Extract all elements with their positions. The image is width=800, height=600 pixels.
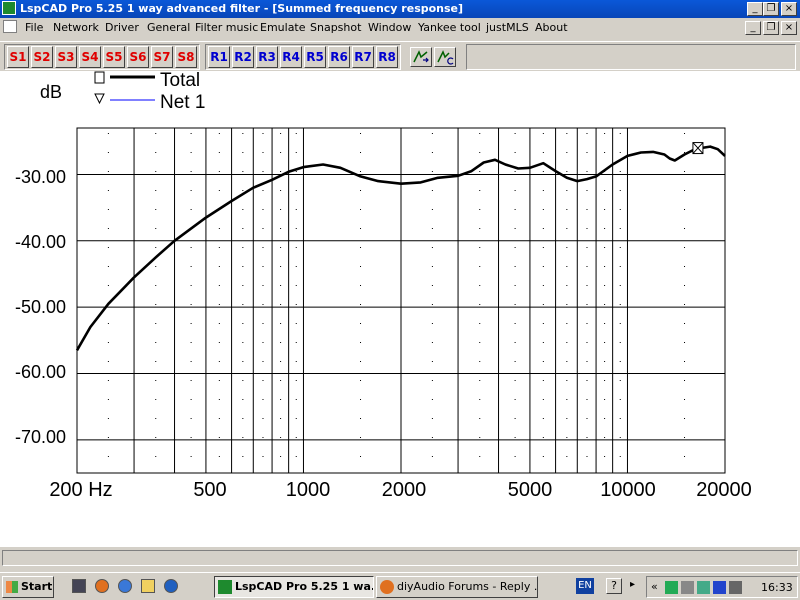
menu-snapshot[interactable]: Snapshot [310, 21, 361, 34]
net1-marker-icon [94, 93, 105, 105]
start-label: Start [21, 580, 53, 593]
r2-button[interactable]: R2 [232, 46, 254, 68]
status-bar [0, 548, 800, 568]
y-tick-label: -50.00 [15, 297, 66, 317]
x-tick-label: 2000 [382, 479, 427, 501]
y-axis-label: dB [40, 82, 62, 102]
transfer-c-icon-glyph [437, 50, 454, 65]
x-tick-label: 200 Hz [49, 479, 112, 501]
s7-button[interactable]: S7 [151, 46, 173, 68]
close-button[interactable]: × [781, 2, 797, 16]
child-minimize-button[interactable]: _ [745, 21, 761, 35]
task-label: diyAudio Forums - Reply ... [397, 580, 538, 593]
chart-window[interactable]: -30.00 -40.00 -50.00 -60.00 -70.00 200 H… [0, 70, 800, 547]
s5-button[interactable]: S5 [103, 46, 125, 68]
y-tick-label: -30.00 [15, 167, 66, 187]
legend-label-net1: Net 1 [160, 92, 205, 113]
windows-logo-icon [6, 581, 18, 593]
s1-button[interactable]: S1 [7, 46, 29, 68]
taskbar: Start LspCAD Pro 5.25 1 wa... diyAudio F… [0, 572, 800, 600]
transfer-icon-glyph [413, 50, 429, 63]
y-tick-label: -40.00 [15, 232, 66, 252]
outlook-icon[interactable] [141, 579, 155, 593]
transfer-icon[interactable] [410, 47, 432, 67]
menu-window[interactable]: Window [368, 21, 411, 34]
s4-button[interactable]: S4 [79, 46, 101, 68]
app-icon[interactable] [2, 1, 16, 15]
help-button[interactable]: ? [606, 578, 622, 594]
show-desktop-icon[interactable] [72, 579, 86, 593]
toolbar-spacer [466, 44, 796, 70]
menu-driver[interactable]: Driver [105, 21, 139, 34]
child-restore-button[interactable]: ❐ [763, 21, 779, 35]
chart-grid [76, 127, 726, 474]
document-icon[interactable] [3, 20, 17, 33]
window-title: LspCAD Pro 5.25 1 way advanced filter - … [20, 2, 464, 15]
firefox-icon[interactable] [95, 579, 109, 593]
x-tick-label: 1000 [286, 479, 331, 501]
clock[interactable]: 16:33 [761, 581, 793, 594]
x-tick-label: 5000 [508, 479, 553, 501]
frequency-response-chart[interactable]: -30.00 -40.00 -50.00 -60.00 -70.00 200 H… [0, 70, 800, 547]
r3-button[interactable]: R3 [256, 46, 278, 68]
legend: Total Net 1 [94, 70, 205, 113]
menu-filter-music[interactable]: Filter music [195, 21, 258, 34]
title-bar: LspCAD Pro 5.25 1 way advanced filter - … [0, 0, 800, 18]
start-button[interactable]: Start [2, 576, 54, 598]
y-tick-labels: -30.00 -40.00 -50.00 -60.00 -70.00 [15, 167, 66, 447]
menu-file[interactable]: File [25, 21, 43, 34]
task-lspcad[interactable]: LspCAD Pro 5.25 1 wa... [214, 576, 374, 598]
menu-about[interactable]: About [535, 21, 568, 34]
minimize-button[interactable]: _ [747, 2, 763, 16]
menu-justmls[interactable]: justMLS [486, 21, 529, 34]
toolbar: S1 S2 S3 S4 S5 S6 S7 S8 R1 R2 R3 R4 R5 R… [0, 41, 800, 72]
tray-expand-icon[interactable]: « [651, 580, 658, 593]
lspcad-icon [218, 580, 232, 594]
legend-label-total: Total [160, 71, 200, 91]
child-close-button[interactable]: × [781, 21, 797, 35]
s8-button[interactable]: S8 [175, 46, 197, 68]
total-marker-icon [94, 71, 105, 84]
x-tick-label: 10000 [600, 479, 656, 501]
r8-button[interactable]: R8 [376, 46, 398, 68]
update-icon[interactable] [713, 581, 726, 594]
speaker-icon[interactable] [729, 581, 742, 594]
media-player-icon[interactable] [164, 579, 178, 593]
task-diyaudio[interactable]: diyAudio Forums - Reply ... [376, 576, 538, 598]
r7-button[interactable]: R7 [352, 46, 374, 68]
s2-button[interactable]: S2 [31, 46, 53, 68]
system-tray: « 16:33 [646, 576, 798, 598]
r4-button[interactable]: R4 [280, 46, 302, 68]
x-tick-label: 500 [193, 479, 226, 501]
tray-separator-icon: ▸ [630, 579, 636, 590]
network-icon[interactable] [665, 581, 678, 594]
x-tick-label: 20000 [696, 479, 752, 501]
restore-button[interactable]: ❐ [763, 2, 779, 16]
transfer-c-icon[interactable] [434, 47, 456, 67]
security-icon[interactable] [681, 581, 694, 594]
r1-button[interactable]: R1 [208, 46, 230, 68]
ie-icon[interactable] [118, 579, 132, 593]
r6-button[interactable]: R6 [328, 46, 350, 68]
tool-icon[interactable] [697, 581, 710, 594]
menu-yankee-tool[interactable]: Yankee tool [418, 21, 481, 34]
y-tick-label: -70.00 [15, 427, 66, 447]
firefox-task-icon [380, 580, 394, 594]
menu-network[interactable]: Network [53, 21, 99, 34]
s3-button[interactable]: S3 [55, 46, 77, 68]
s6-button[interactable]: S6 [127, 46, 149, 68]
status-pane [2, 550, 798, 566]
task-label: LspCAD Pro 5.25 1 wa... [235, 580, 374, 593]
menu-bar: File Network Driver General Filter music… [0, 18, 800, 38]
r5-button[interactable]: R5 [304, 46, 326, 68]
y-tick-label: -60.00 [15, 362, 66, 382]
language-indicator[interactable]: EN [576, 578, 594, 594]
menu-emulate[interactable]: Emulate [260, 21, 306, 34]
x-tick-labels: 200 Hz 500 1000 2000 5000 10000 20000 [49, 479, 752, 501]
menu-general[interactable]: General [147, 21, 190, 34]
